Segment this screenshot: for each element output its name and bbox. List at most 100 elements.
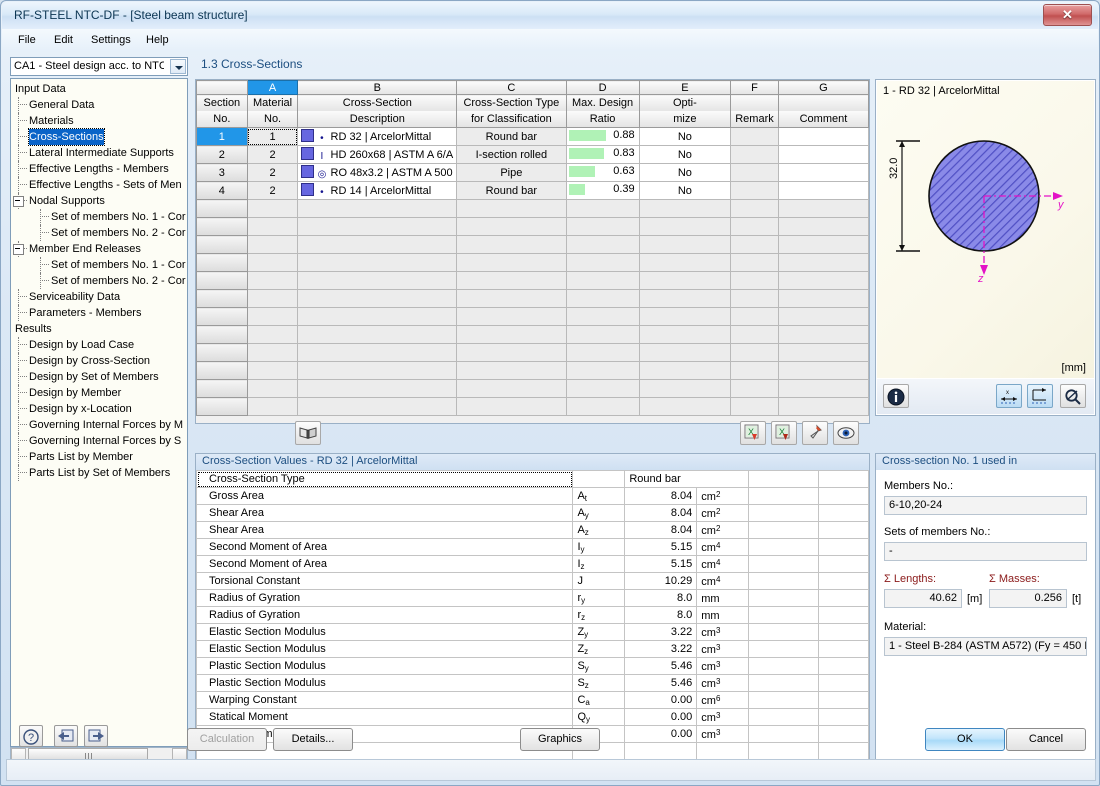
book-library-icon[interactable] (295, 421, 321, 445)
menu-item-edit[interactable]: Edit (47, 32, 80, 48)
tree-item-parameters-members[interactable]: Parameters - Members (11, 305, 187, 321)
cell-comment[interactable] (777, 127, 870, 146)
cell-comment[interactable] (777, 181, 870, 200)
tree-item-serviceability-data[interactable]: Serviceability Data (11, 289, 187, 305)
cell-optimize[interactable]: No (638, 145, 732, 164)
cell-section-no[interactable]: 2 (196, 145, 248, 164)
close-button[interactable]: ✕ (1043, 4, 1092, 26)
cell-remark[interactable] (730, 181, 779, 200)
menu-item-settings[interactable]: Settings (84, 32, 138, 48)
cell-optimize[interactable]: No (638, 181, 732, 200)
info-icon[interactable] (883, 384, 909, 408)
cell-empty (246, 271, 299, 290)
cell-material-no[interactable]: 1 (246, 127, 299, 146)
calculation-button[interactable]: Calculation (187, 728, 267, 751)
tree-item-set-of-members-no-1-cor[interactable]: Set of members No. 1 - Cor (11, 257, 187, 273)
dimension-offset-icon[interactable] (1027, 384, 1053, 408)
excel-export-icon[interactable]: X (771, 421, 797, 445)
table-row[interactable]: 1 1 • RD 32 | ArcelorMittal Round bar 0.88 No (196, 127, 870, 146)
tree-item-effective-lengths-members[interactable]: Effective Lengths - Members (11, 161, 187, 177)
previous-arrow-icon[interactable] (54, 725, 78, 747)
tree-item-design-by-set-of-members[interactable]: Design by Set of Members (11, 369, 187, 385)
column-letter-F[interactable]: F (730, 80, 779, 95)
column-letter-E[interactable]: E (638, 80, 732, 95)
tree-item-governing-internal-forces-by-m[interactable]: Governing Internal Forces by M (11, 417, 187, 433)
cell-description[interactable]: • RD 14 | ArcelorMittal (297, 181, 458, 200)
cell-remark[interactable] (730, 163, 779, 182)
tree-item-set-of-members-no-1-cor[interactable]: Set of members No. 1 - Cor (11, 209, 187, 225)
chevron-down-icon[interactable] (170, 59, 186, 74)
menu-item-file[interactable]: File (11, 32, 43, 48)
cell-optimize[interactable]: No (638, 163, 732, 182)
cell-remark[interactable] (730, 145, 779, 164)
value-number: 0.00 (624, 691, 698, 709)
cross-sections-table[interactable]: A B C D E F G Section Material Cross-Section Cross… (196, 80, 870, 416)
tree-item-effective-lengths-sets-of-men[interactable]: Effective Lengths - Sets of Men (11, 177, 187, 193)
cell-material-no[interactable]: 2 (246, 145, 299, 164)
tree-item-member-end-releases[interactable]: Member End Releases (11, 241, 187, 257)
column-header-row-2: No. No. Description for Classification Ratio… (196, 111, 870, 128)
value-symbol: Zz (572, 640, 626, 658)
cell-description[interactable]: ◎ RO 48x3.2 | ASTM A 500 (297, 163, 458, 182)
details-button[interactable]: Details... (273, 728, 353, 751)
view-icon[interactable] (833, 421, 859, 445)
dimension-x-icon[interactable]: x (996, 384, 1022, 408)
table-row[interactable]: 3 2 ◎ RO 48x3.2 | ASTM A 500 Pipe 0.63 No (196, 163, 870, 182)
members-field[interactable]: 6-10,20-24 (884, 496, 1087, 515)
tree-item-governing-internal-forces-by-s[interactable]: Governing Internal Forces by S (11, 433, 187, 449)
tree-item-design-by-load-case[interactable]: Design by Load Case (11, 337, 187, 353)
cell-section-no[interactable]: 1 (196, 127, 248, 146)
graphics-button[interactable]: Graphics (520, 728, 600, 751)
pin-icon[interactable] (802, 421, 828, 445)
cross-section-drawing[interactable]: 1 - RD 32 | ArcelorMittal 32.0 y z [mm] (877, 81, 1094, 378)
excel-import-icon[interactable]: X (740, 421, 766, 445)
tree-item-parts-list-by-member[interactable]: Parts List by Member (11, 449, 187, 465)
cell-comment[interactable] (777, 145, 870, 164)
cell-optimize[interactable]: No (638, 127, 732, 146)
tree-item-design-by-x-location[interactable]: Design by x-Location (11, 401, 187, 417)
sets-of-members-field[interactable]: - (884, 542, 1087, 561)
help-question-icon[interactable]: ? (19, 725, 43, 747)
cell-comment[interactable] (777, 163, 870, 182)
column-header-line2-1: No. (246, 111, 299, 128)
column-letter-D[interactable]: D (565, 80, 640, 95)
tree-collapse-icon[interactable] (13, 196, 24, 207)
tree-collapse-icon[interactable] (13, 244, 24, 255)
tree-item-results[interactable]: Results (11, 321, 187, 337)
tree-item-general-data[interactable]: General Data (11, 97, 187, 113)
value-number: 8.0 (624, 606, 698, 624)
next-arrow-icon[interactable] (84, 725, 108, 747)
cancel-button[interactable]: Cancel (1006, 728, 1086, 751)
load-case-combobox[interactable]: CA1 - Steel design acc. to NTC· (10, 57, 188, 76)
column-letter-G[interactable]: G (777, 80, 870, 95)
ok-button[interactable]: OK (925, 728, 1005, 751)
tree-item-design-by-cross-section[interactable]: Design by Cross-Section (11, 353, 187, 369)
menu-item-help[interactable]: Help (139, 32, 176, 48)
column-letter-A[interactable]: A (246, 80, 299, 95)
tree-item-cross-sections[interactable]: Cross-Sections (11, 128, 187, 146)
tree-item-input-data[interactable]: Input Data (11, 81, 187, 97)
cell-material-no[interactable]: 2 (246, 181, 299, 200)
cell-description[interactable]: I HD 260x68 | ASTM A 6/A (297, 145, 458, 164)
cell-section-no[interactable]: 3 (196, 163, 248, 182)
cell-description[interactable]: • RD 32 | ArcelorMittal (297, 127, 458, 146)
dimension-label: 32.0 (888, 157, 900, 179)
table-row[interactable]: 22I HD 260x68 | ASTM A 6/A I-section roll… (196, 145, 870, 164)
tree-item-set-of-members-no-2-cor[interactable]: Set of members No. 2 - Cor (11, 225, 187, 241)
tree-item-lateral-intermediate-supports[interactable]: Lateral Intermediate Supports (11, 145, 187, 161)
tree-item-materials[interactable]: Materials (11, 113, 187, 129)
zoom-icon[interactable] (1060, 384, 1086, 408)
navigation-tree[interactable]: Input Data General Data Materials Cross-Sec… (10, 78, 188, 747)
material-field[interactable]: 1 - Steel B-284 (ASTM A572) (Fy = 450 M (884, 637, 1087, 656)
column-letter-B[interactable]: B (297, 80, 458, 95)
cell-remark[interactable] (730, 127, 779, 146)
tree-item-design-by-member[interactable]: Design by Member (11, 385, 187, 401)
tree-item-set-of-members-no-2-cor[interactable]: Set of members No. 2 - Cor (11, 273, 187, 289)
column-letter-row[interactable] (196, 80, 248, 95)
cell-material-no[interactable]: 2 (246, 163, 299, 182)
tree-item-nodal-supports[interactable]: Nodal Supports (11, 193, 187, 209)
table-row[interactable]: 4 2 • RD 14 | ArcelorMittal Round bar 0.39 No (196, 181, 870, 200)
tree-item-parts-list-by-set-of-members[interactable]: Parts List by Set of Members (11, 465, 187, 481)
cell-section-no[interactable]: 4 (196, 181, 248, 200)
column-letter-C[interactable]: C (456, 80, 567, 95)
